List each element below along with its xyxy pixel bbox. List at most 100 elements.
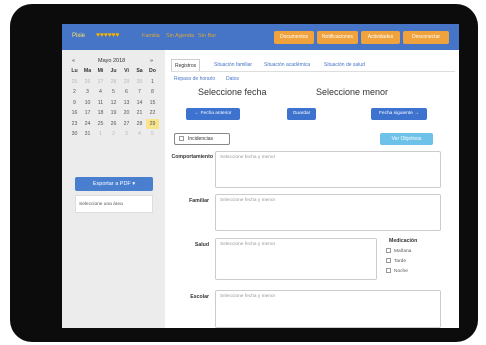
medication-option-night[interactable]: Noche [386, 268, 408, 274]
notificaciones-button[interactable]: Notificaciones [317, 31, 358, 44]
nav-link-agenda[interactable]: Sin Agenda [166, 33, 194, 39]
actividades-button[interactable]: Actividades [361, 31, 400, 44]
calendar-day[interactable]: 16 [68, 108, 81, 119]
calendar-dow-2: Mi [97, 68, 104, 74]
calendar-day[interactable]: 6 [120, 87, 133, 98]
brand-logo[interactable]: Pixie [72, 33, 85, 39]
calendar-day[interactable]: 7 [133, 87, 146, 98]
calendar-day[interactable]: 3 [120, 129, 133, 140]
calendar-day[interactable]: 30 [68, 129, 81, 140]
calendar-day[interactable]: 10 [81, 98, 94, 109]
medication-option-afternoon[interactable]: Tarde [386, 258, 406, 264]
familiar-textarea[interactable]: Seleccione fecha y menor [215, 194, 441, 231]
previous-date-button[interactable]: ← Fecha anterior [186, 108, 240, 120]
select-child-title: Seleccione menor [316, 87, 389, 97]
calendar-dow-1: Ma [83, 68, 92, 74]
calendar-day[interactable]: 27 [120, 119, 133, 130]
documentos-button[interactable]: Documentos [274, 31, 314, 44]
calendar-day[interactable]: 24 [81, 119, 94, 130]
calendar-day[interactable]: 3 [81, 87, 94, 98]
calendar-day[interactable]: 25 [68, 77, 81, 88]
area-select[interactable]: Seleccione una área [75, 195, 153, 213]
calendar-day[interactable]: 11 [94, 98, 107, 109]
calendar-month-label[interactable]: Mayo 2018 [98, 58, 125, 64]
calendar-day[interactable]: 28 [107, 77, 120, 88]
calendar-day[interactable]: 18 [94, 108, 107, 119]
app-screen: Pixie ♥♥♥♥♥♥ Familia Sin Agenda Sin Bar … [62, 24, 459, 328]
tab-registros[interactable]: Registros [171, 59, 201, 71]
medication-option-morning[interactable]: Mañana [386, 248, 411, 254]
calendar-day[interactable]: 31 [81, 129, 94, 140]
top-navbar: Pixie ♥♥♥♥♥♥ Familia Sin Agenda Sin Bar … [62, 24, 459, 50]
nav-link-bar[interactable]: Sin Bar [198, 33, 216, 39]
calendar-dow-3: Ju [110, 68, 117, 74]
salud-label: Salud [194, 242, 209, 248]
calendar-day[interactable]: 9 [68, 98, 81, 109]
desconectar-button[interactable]: Desconectar [403, 31, 449, 44]
calendar-day[interactable]: 30 [133, 77, 146, 88]
calendar-day[interactable]: 27 [94, 77, 107, 88]
tablet-frame: Pixie ♥♥♥♥♥♥ Familia Sin Agenda Sin Bar … [10, 4, 478, 342]
medication-option-label: Mañana [394, 249, 412, 254]
incidences-toggle[interactable]: Incidencias [174, 133, 230, 145]
calendar-day[interactable]: 19 [107, 108, 120, 119]
checkbox-icon [386, 248, 391, 253]
calendar-day[interactable]: 21 [133, 108, 146, 119]
calendar-day[interactable]: 8 [146, 87, 159, 98]
calendar-next-button[interactable]: » [150, 58, 153, 64]
calendar-day[interactable]: 26 [107, 119, 120, 130]
comportamiento-textarea[interactable]: Seleccione fecha y menor [215, 151, 441, 188]
calendar-day[interactable]: 5 [107, 87, 120, 98]
next-date-button[interactable]: Fecha siguiente → [371, 108, 427, 120]
tab-situacion-salud[interactable]: Situación de salud [324, 59, 365, 71]
calendar-prev-button[interactable]: « [72, 58, 75, 64]
calendar-day[interactable]: 25 [94, 119, 107, 130]
view-objectives-button[interactable]: Ver Objetivos [380, 133, 433, 145]
calendar-day[interactable]: 29 [120, 77, 133, 88]
calendar-dow-6: Do [149, 68, 156, 74]
escolar-label: Escolar [190, 294, 209, 300]
calendar-day[interactable]: 4 [133, 129, 146, 140]
comportamiento-label: Comportamiento [171, 154, 214, 160]
calendar-dow-0: Lu [71, 68, 78, 74]
calendar-day[interactable]: 15 [146, 98, 159, 109]
calendar: « Mayo 2018 » Lu Ma Mi Ju Vi Sa Do 25 26 27 28 29 30… [68, 56, 160, 140]
user-name[interactable]: ♥♥♥♥♥♥ [96, 32, 119, 39]
calendar-day[interactable]: 13 [120, 98, 133, 109]
calendar-day[interactable]: 12 [107, 98, 120, 109]
calendar-day[interactable]: 1 [146, 77, 159, 88]
calendar-day[interactable]: 17 [81, 108, 94, 119]
tab-datos[interactable]: Datos [226, 76, 239, 82]
calendar-day[interactable]: 26 [81, 77, 94, 88]
calendar-day[interactable]: 2 [68, 87, 81, 98]
escolar-textarea[interactable]: Seleccione fecha y menor [215, 290, 441, 328]
calendar-day[interactable]: 2 [107, 129, 120, 140]
calendar-grid: Lu Ma Mi Ju Vi Sa Do 25 26 27 28 29 30 1 2 3 4 5 6 7 8 9 10 11 1… [68, 66, 160, 140]
medication-option-label: Noche [394, 269, 408, 274]
tabs-divider [171, 71, 455, 72]
calendar-day[interactable]: 14 [133, 98, 146, 109]
calendar-day[interactable]: 28 [133, 119, 146, 130]
medication-option-label: Tarde [394, 259, 406, 264]
medication-title: Medicación [389, 238, 418, 244]
sidebar: « Mayo 2018 » Lu Ma Mi Ju Vi Sa Do 25 26 27 28 29 30… [62, 50, 165, 328]
calendar-day[interactable]: 5 [146, 129, 159, 140]
calendar-day[interactable]: 29 [146, 118, 159, 129]
tab-situacion-familiar[interactable]: Situación familiar [214, 59, 252, 71]
nav-link-familia[interactable]: Familia [142, 33, 160, 39]
checkbox-icon [386, 258, 391, 263]
calendar-day[interactable]: 23 [68, 119, 81, 130]
export-pdf-button[interactable]: Exportar a PDF ▾ [75, 177, 153, 191]
calendar-day[interactable]: 22 [146, 108, 159, 119]
calendar-day[interactable]: 1 [94, 129, 107, 140]
checkbox-icon [179, 136, 184, 141]
calendar-day[interactable]: 4 [94, 87, 107, 98]
calendar-day[interactable]: 20 [120, 108, 133, 119]
save-button[interactable]: Guardar [287, 108, 316, 120]
calendar-dow-5: Sa [136, 68, 143, 74]
tab-situacion-academica[interactable]: Situación académica [264, 59, 310, 71]
tab-repaso-horario[interactable]: Repaso de horario [174, 76, 215, 82]
incidences-label: Incidencias [188, 136, 214, 142]
select-date-title: Seleccione fecha [198, 87, 267, 97]
salud-textarea[interactable]: Seleccione fecha y menor [215, 238, 377, 280]
